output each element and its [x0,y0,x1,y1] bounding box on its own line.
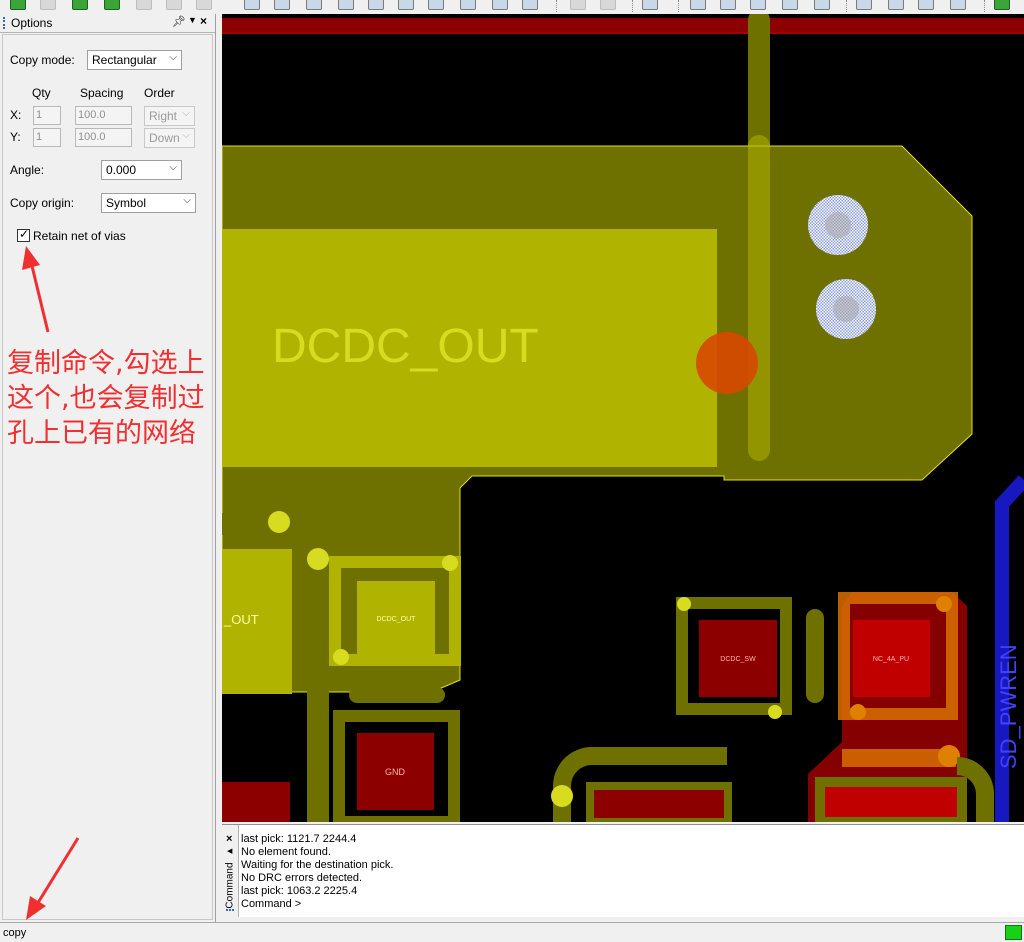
toolbar-button-4[interactable] [104,0,120,10]
pad-label-1: DCDC_OUT [377,616,417,623]
pcb-layout[interactable]: DCDC_OUT _OUT DCDC_OUT GND DCDC_SW NC_4A… [222,14,1024,822]
command-output[interactable]: last pick: 1121.7 2244.4 No element foun… [241,833,393,911]
toolbar-button-17[interactable] [522,0,538,10]
toolbar-button-12[interactable] [368,0,384,10]
toolbar-button-30[interactable] [994,0,1010,10]
command-line: No DRC errors detected. [241,872,363,884]
options-panel: Options 📌︎ ▼ × Copy mode: Rectangular ⌵ … [0,14,216,922]
command-line: Waiting for the destination pick. [241,859,394,871]
gnd-label: GND [385,767,406,777]
red-copper-strip[interactable] [222,18,1024,34]
toolbar-button-29[interactable] [950,0,966,10]
grip-icon[interactable] [226,909,234,914]
status-arrow-icon [26,837,80,920]
toolbar-separator [984,0,986,12]
toolbar-button-1[interactable] [10,0,26,10]
toolbar-button-21[interactable] [690,0,706,10]
command-tab-label: Command [224,862,236,909]
toolbar-separator [678,0,680,12]
pcb-canvas[interactable]: DCDC_OUT _OUT DCDC_OUT GND DCDC_SW NC_4A… [222,14,1024,822]
toolbar-button-6[interactable] [166,0,182,10]
command-line: last pick: 1063.2 2225.4 [241,885,358,897]
command-prompt[interactable]: Command > [241,898,393,911]
toolbar-separator [846,0,848,12]
command-line: last pick: 1121.7 2244.4 [241,833,357,845]
toolbar-separator [556,0,558,12]
toolbar-button-7[interactable] [196,0,212,10]
toolbar-button-8[interactable] [244,0,260,10]
command-side-tab[interactable]: × ◀ Command [222,825,239,917]
toolbar-button-3[interactable] [72,0,88,10]
toolbar-button-19[interactable] [600,0,616,10]
pad-label-3: NC_4A_PU [873,656,909,663]
toolbar-button-10[interactable] [306,0,322,10]
toolbar-button-16[interactable] [492,0,508,10]
toolbar-button-15[interactable] [460,0,476,10]
toolbar-button-11[interactable] [338,0,354,10]
toolbar-button-25[interactable] [814,0,830,10]
net-label-dcdc-out: DCDC_OUT [272,320,539,373]
toolbar-button-20[interactable] [642,0,658,10]
toolbar-button-14[interactable] [428,0,444,10]
side-net-label: SD_PWREN [996,644,1021,769]
command-panel: × ◀ Command last pick: 1121.7 2244.4 No … [222,824,1024,917]
toolbar [0,0,1024,14]
close-icon[interactable]: × [226,833,232,845]
toolbar-button-26[interactable] [856,0,872,10]
toolbar-button-28[interactable] [918,0,934,10]
pad-label-2: DCDC_SW [720,656,756,663]
partial-pad-label: _OUT [223,612,259,627]
toolbar-button-9[interactable] [274,0,290,10]
toolbar-button-2[interactable] [40,0,56,10]
annotation-text: 复制命令,勾选上这个,也会复制过孔上已有的网络 [7,348,205,449]
status-indicator [1005,925,1022,940]
toolbar-button-24[interactable] [782,0,798,10]
annotation-arrow-icon [22,246,50,333]
toolbar-button-13[interactable] [398,0,414,10]
toolbar-separator [632,0,634,12]
command-line: No element found. [241,846,331,858]
toolbar-button-27[interactable] [888,0,904,10]
toolbar-button-23[interactable] [750,0,766,10]
toolbar-button-22[interactable] [720,0,736,10]
status-bar: copy [0,922,1024,942]
chevron-left-icon[interactable]: ◀ [227,847,232,855]
status-text: copy [3,927,27,939]
toolbar-button-18[interactable] [570,0,586,10]
via-orange[interactable] [696,332,758,394]
toolbar-button-5[interactable] [136,0,152,10]
